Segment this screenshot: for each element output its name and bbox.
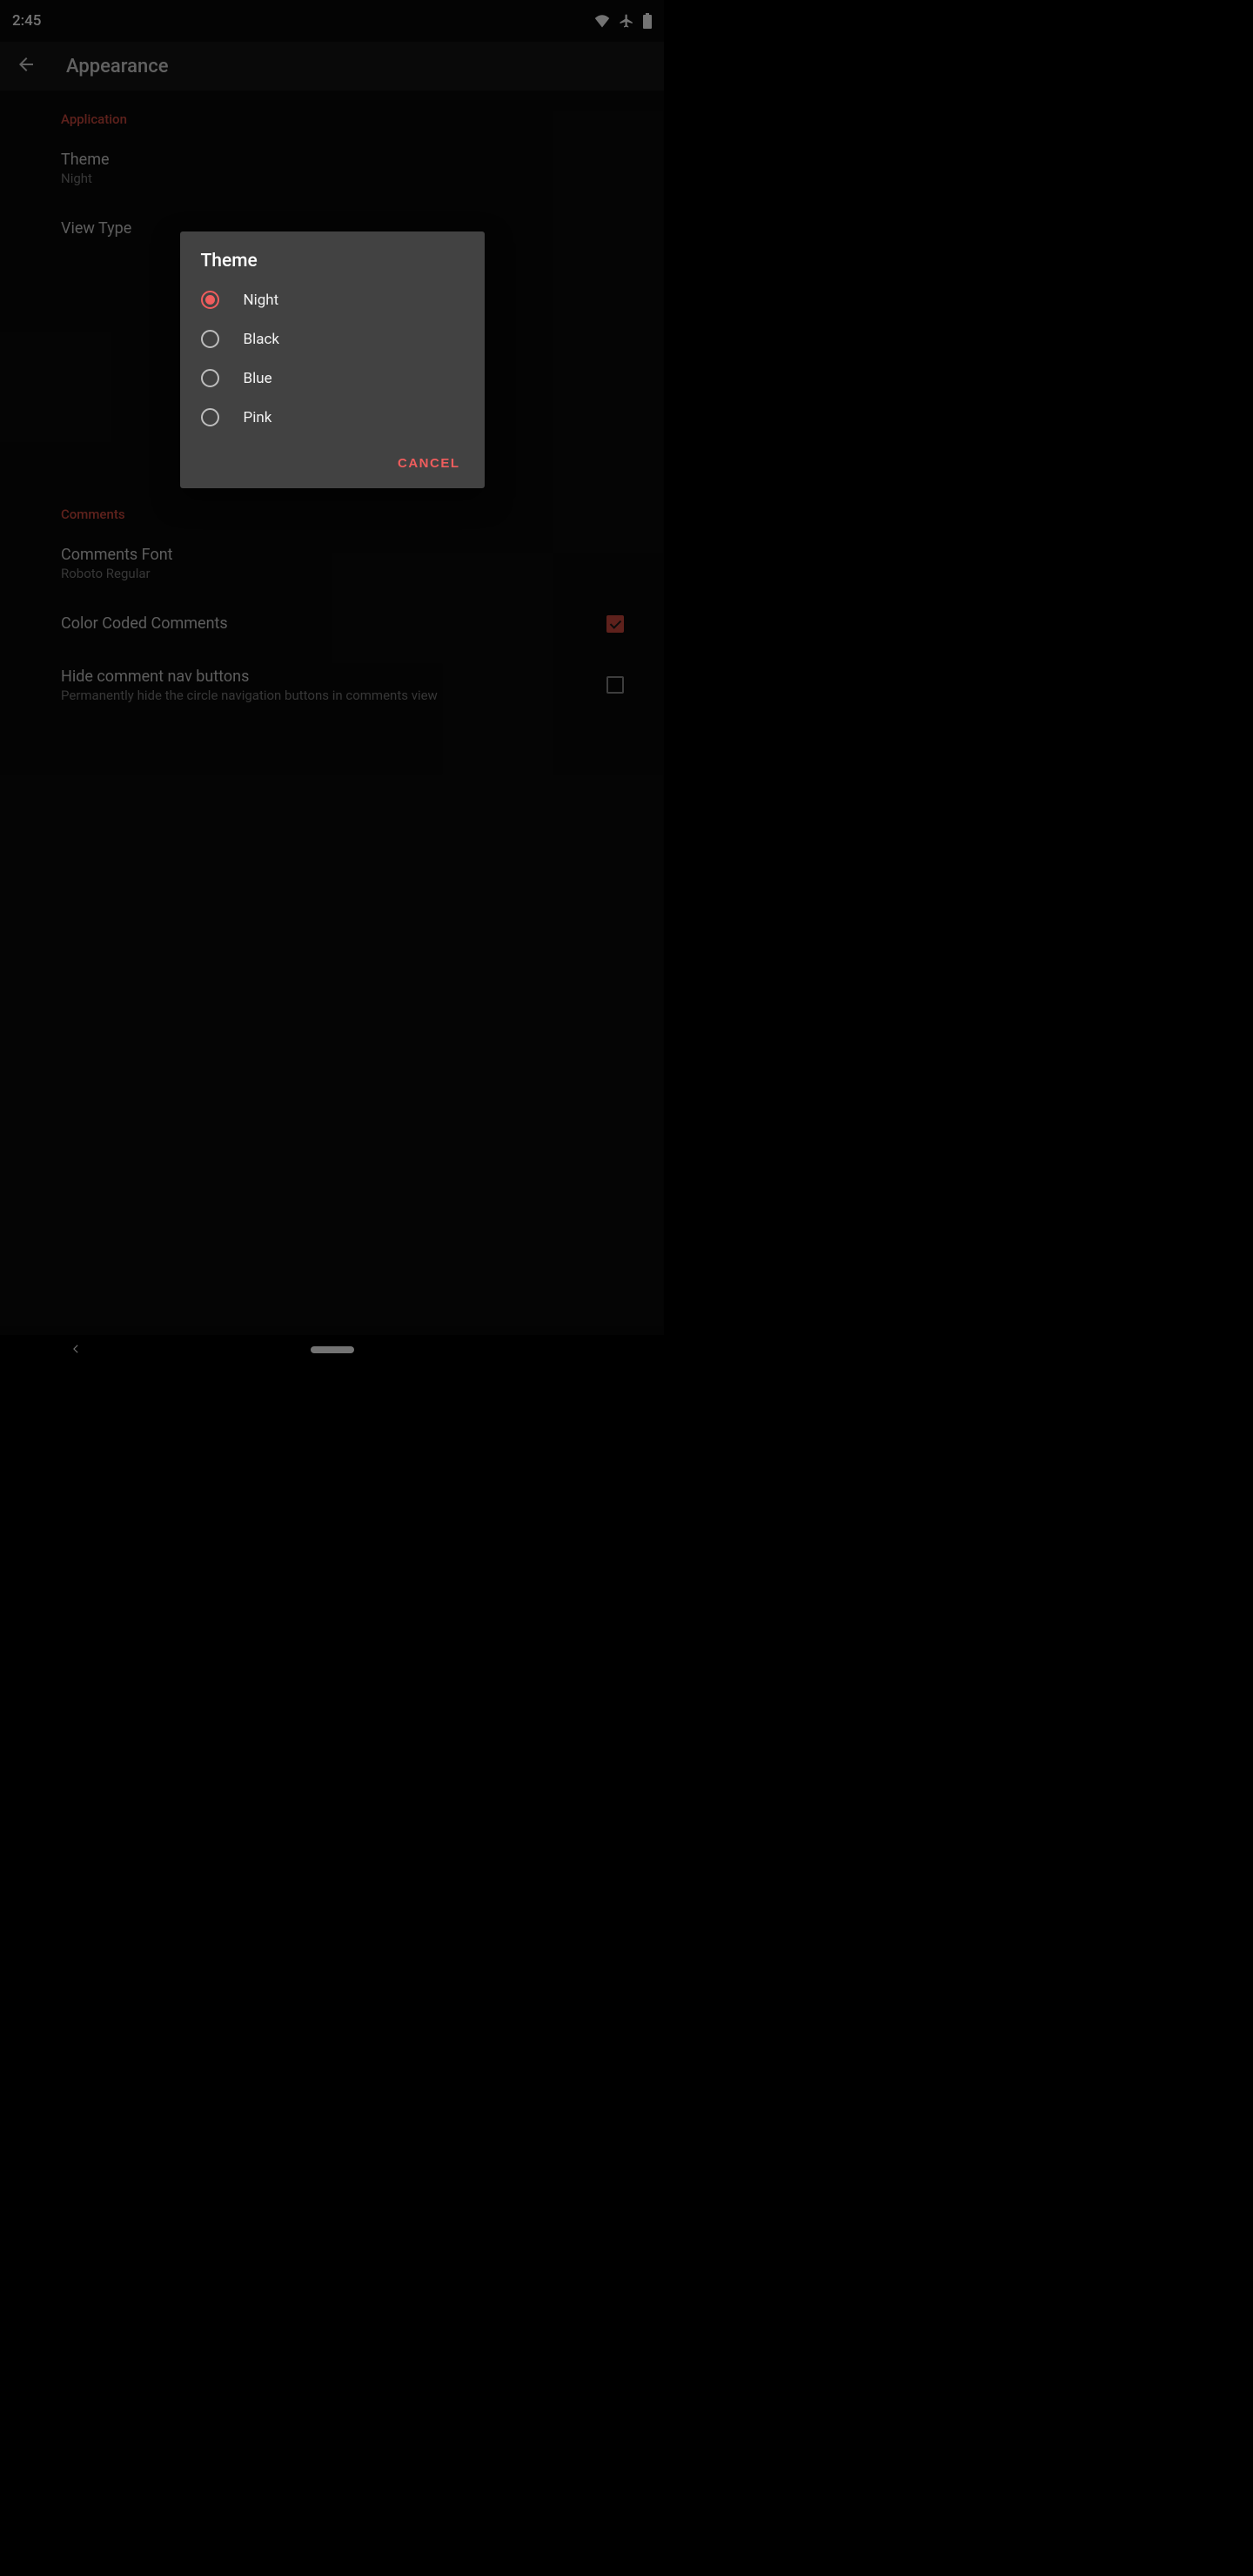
option-label: Blue (244, 370, 272, 387)
dialog-scrim[interactable]: Theme Night Black Blue Pink Cancel (0, 0, 664, 1365)
theme-option-night[interactable]: Night (180, 280, 485, 319)
cancel-button[interactable]: Cancel (391, 451, 467, 476)
radio-icon (201, 408, 219, 426)
theme-option-pink[interactable]: Pink (180, 398, 485, 437)
radio-icon (201, 330, 219, 348)
option-label: Night (244, 292, 279, 309)
theme-option-black[interactable]: Black (180, 319, 485, 359)
radio-icon (201, 369, 219, 387)
theme-option-blue[interactable]: Blue (180, 359, 485, 398)
option-label: Black (244, 331, 280, 348)
dialog-actions: Cancel (180, 437, 485, 481)
dialog-title: Theme (180, 251, 485, 280)
option-label: Pink (244, 409, 272, 426)
radio-icon (201, 291, 219, 309)
theme-dialog: Theme Night Black Blue Pink Cancel (180, 231, 485, 488)
